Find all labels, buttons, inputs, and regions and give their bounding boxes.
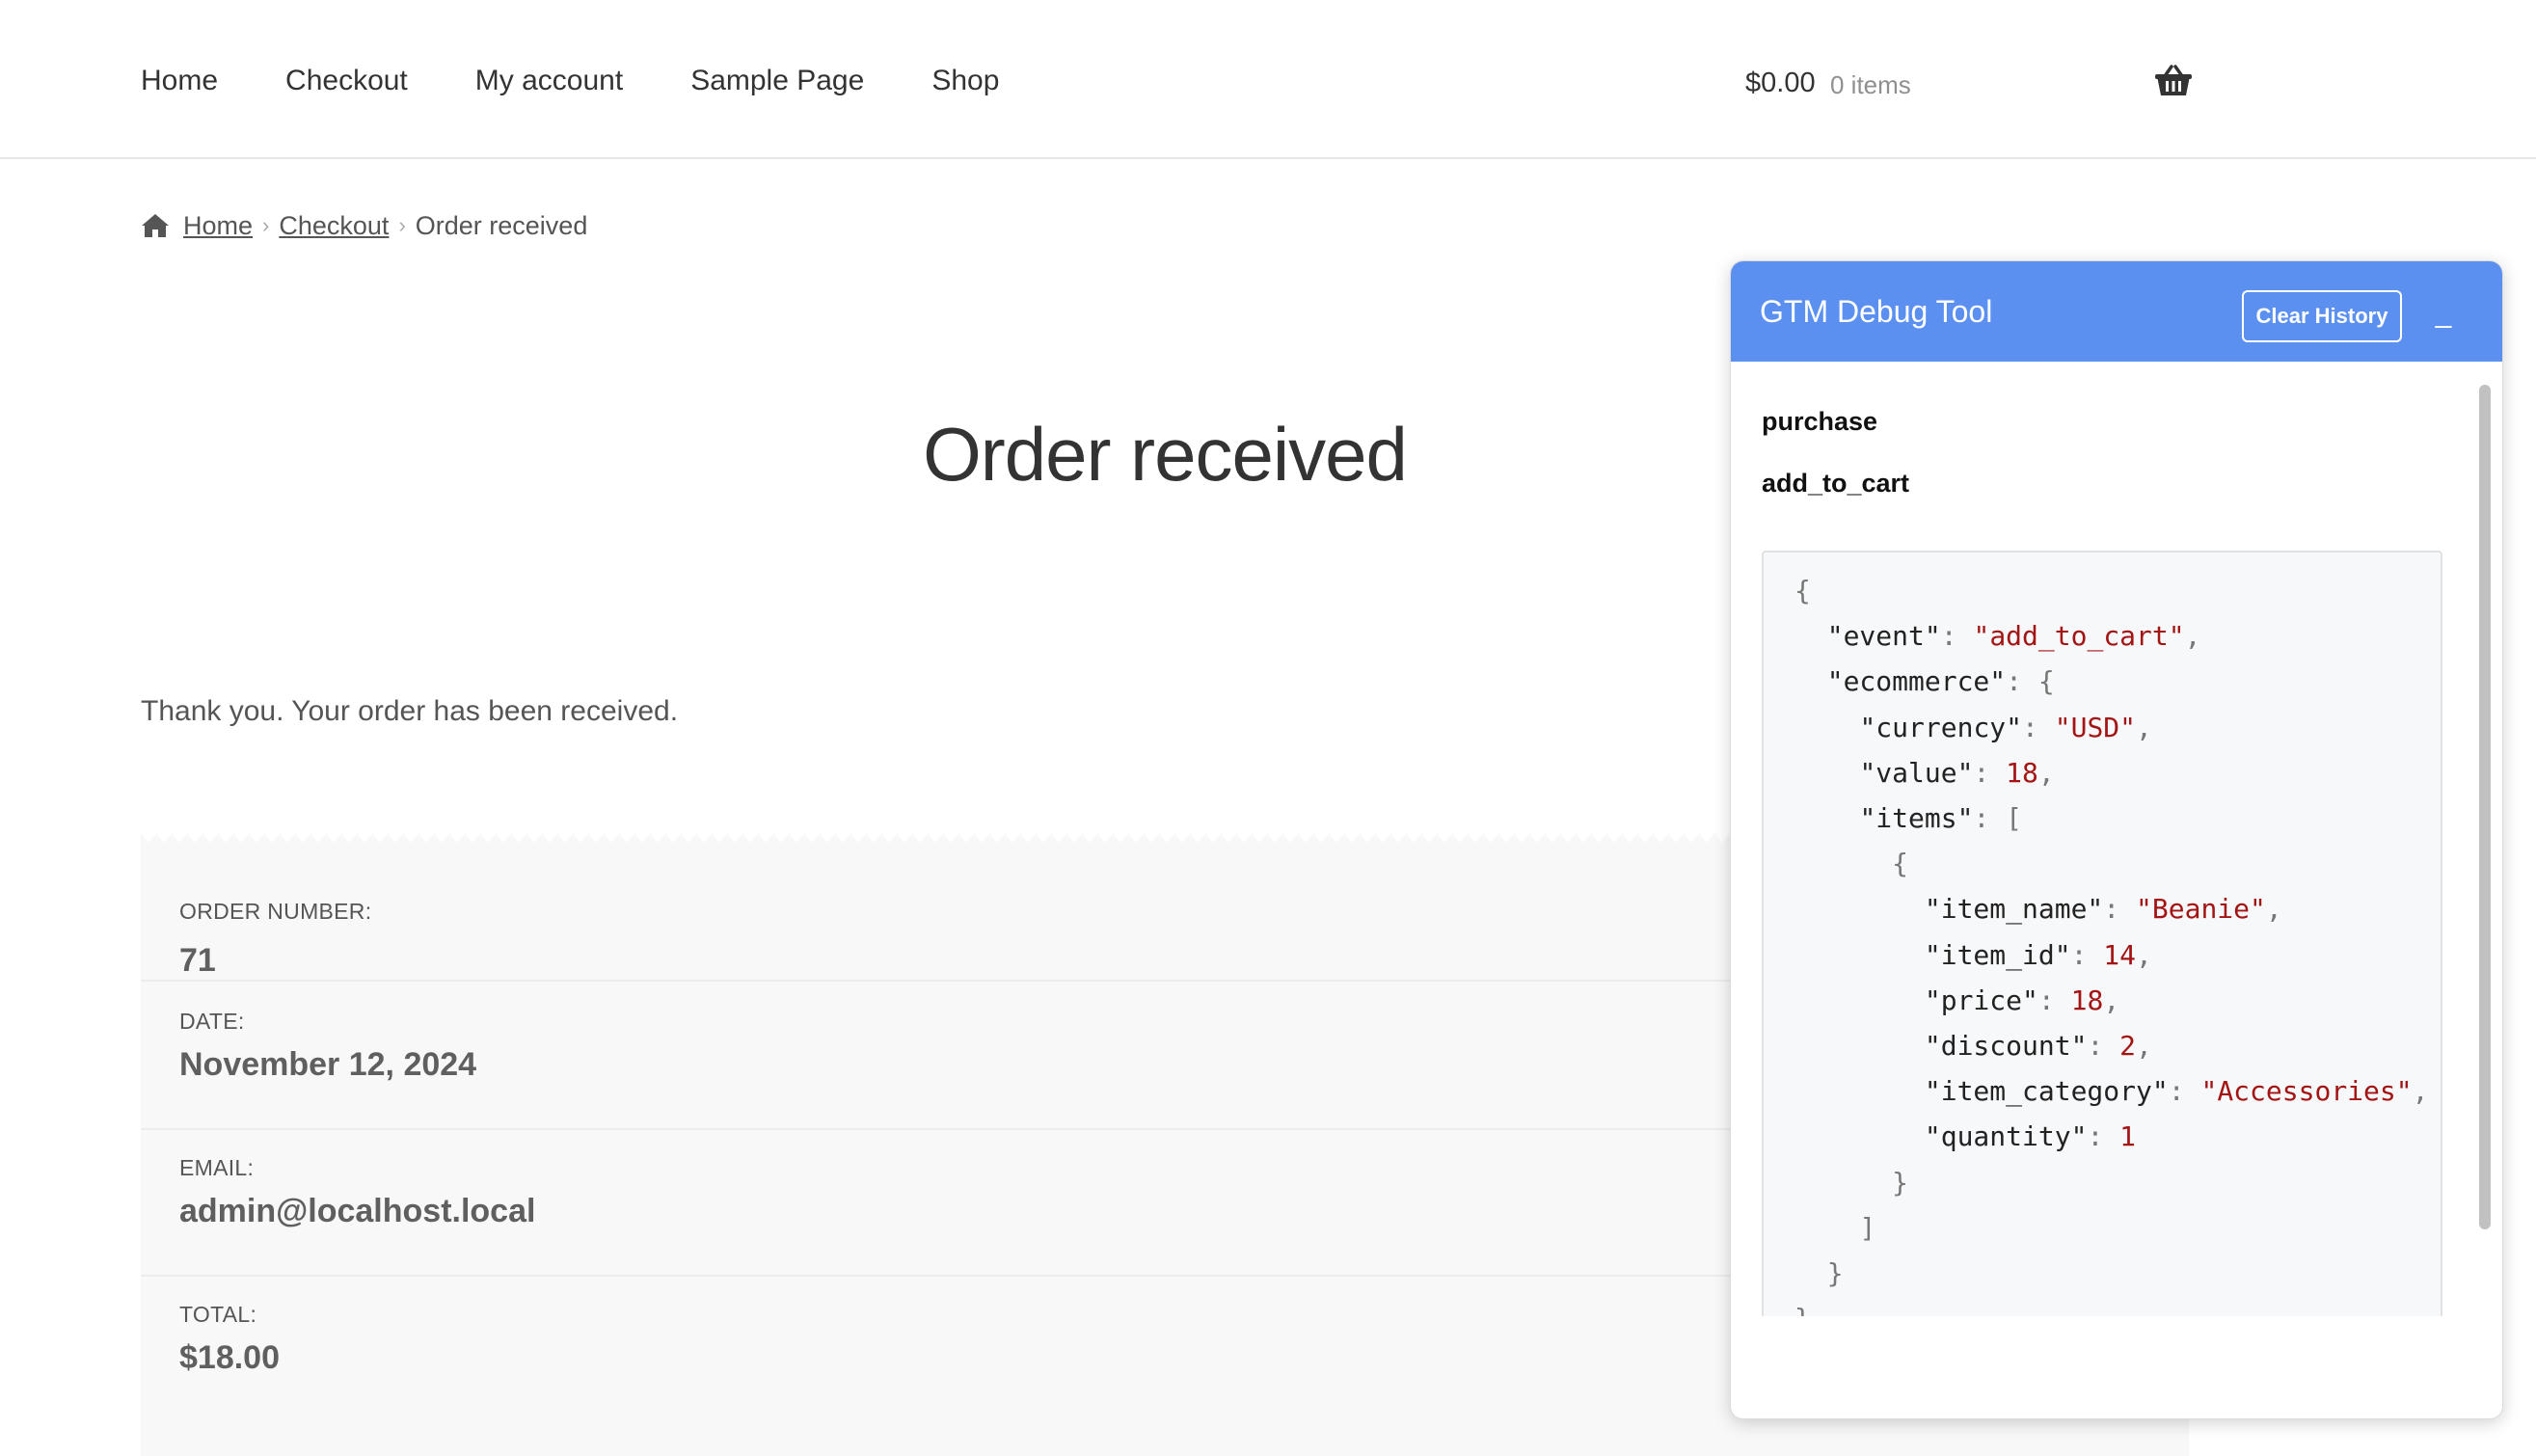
cart-total[interactable]: $0.00 bbox=[1745, 64, 1816, 102]
primary-nav: Home Checkout My account Sample Page Sho… bbox=[141, 62, 1066, 100]
event-item-purchase[interactable]: purchase bbox=[1762, 404, 1877, 439]
order-email-value: admin@localhost.local bbox=[179, 1193, 536, 1229]
nav-item-my-account[interactable]: My account bbox=[475, 62, 623, 100]
order-number-value: 71 bbox=[179, 942, 216, 979]
gtm-panel-header: GTM Debug Tool Clear History _ bbox=[1731, 261, 2502, 362]
minimize-button[interactable]: _ bbox=[2429, 294, 2458, 333]
breadcrumb-checkout-link[interactable]: Checkout bbox=[279, 211, 389, 241]
breadcrumb-separator: › bbox=[262, 213, 270, 237]
gtm-scrollbar-thumb[interactable] bbox=[2479, 385, 2491, 1229]
json-code: { "event": "add_to_cart", "ecommerce": {… bbox=[1794, 575, 2429, 1316]
gtm-debug-panel: GTM Debug Tool Clear History _ purchase … bbox=[1730, 260, 2503, 1419]
nav-item-sample-page[interactable]: Sample Page bbox=[690, 62, 864, 100]
order-total-label: TOTAL: bbox=[179, 1302, 257, 1327]
gtm-panel-body: purchase add_to_cart { "event": "add_to_… bbox=[1731, 362, 2502, 1316]
order-total-value: $18.00 bbox=[179, 1339, 280, 1376]
cart-item-count[interactable]: 0 items bbox=[1830, 66, 1911, 104]
site-header: Home Checkout My account Sample Page Sho… bbox=[0, 0, 2536, 159]
thankyou-message: Thank you. Your order has been received. bbox=[141, 695, 679, 727]
breadcrumb-current: Order received bbox=[415, 210, 588, 240]
order-email-label: EMAIL: bbox=[179, 1155, 255, 1180]
gtm-panel-footer bbox=[1731, 1316, 2502, 1418]
nav-item-checkout[interactable]: Checkout bbox=[285, 62, 408, 100]
breadcrumb: Home › Checkout › Order received bbox=[141, 206, 587, 245]
gtm-panel-title: GTM Debug Tool bbox=[1760, 294, 1993, 329]
order-number-label: ORDER NUMBER: bbox=[179, 899, 372, 924]
breadcrumb-home-link[interactable]: Home bbox=[183, 211, 253, 241]
breadcrumb-separator: › bbox=[398, 213, 406, 237]
nav-item-home[interactable]: Home bbox=[141, 62, 218, 100]
basket-icon[interactable] bbox=[2154, 64, 2193, 98]
order-date-label: DATE: bbox=[179, 1009, 245, 1034]
order-date-value: November 12, 2024 bbox=[179, 1046, 477, 1083]
home-icon bbox=[142, 214, 169, 237]
nav-item-shop[interactable]: Shop bbox=[931, 62, 999, 100]
event-payload-json: { "event": "add_to_cart", "ecommerce": {… bbox=[1762, 551, 2442, 1316]
event-item-add-to-cart[interactable]: add_to_cart bbox=[1762, 466, 1909, 500]
clear-history-button[interactable]: Clear History bbox=[2242, 290, 2402, 342]
